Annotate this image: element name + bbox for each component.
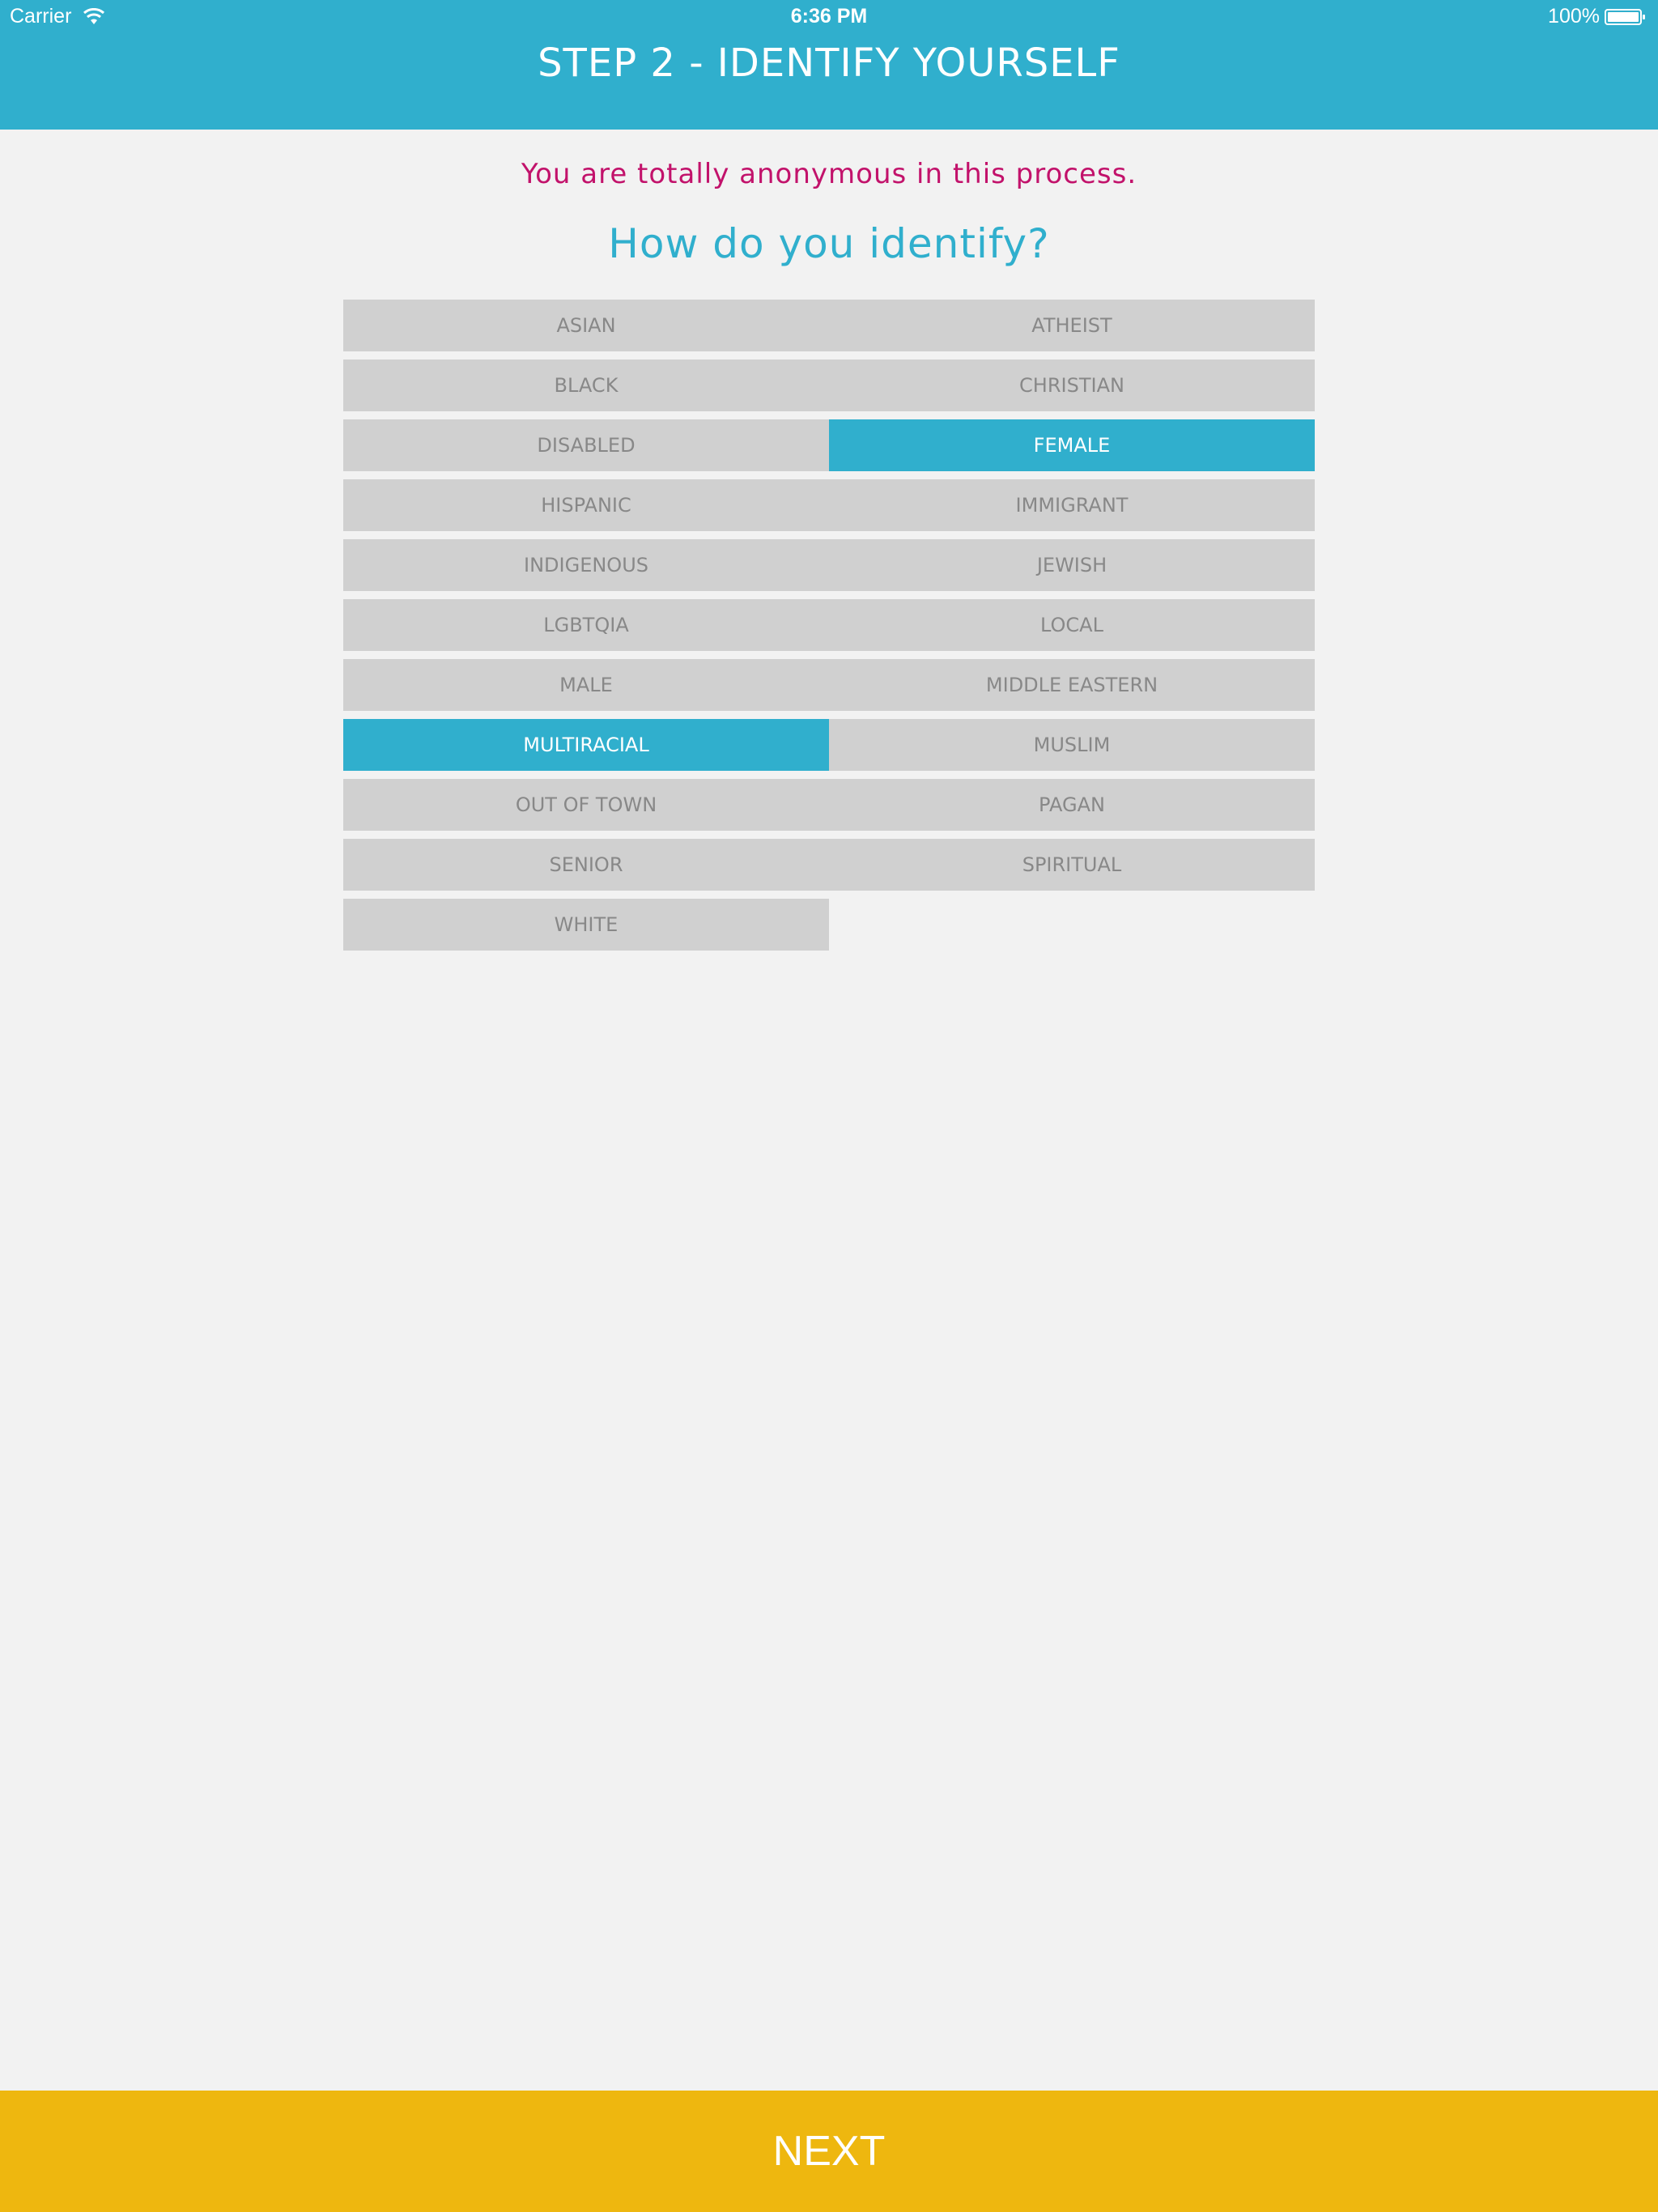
- identity-option-asian[interactable]: ASIAN: [343, 300, 829, 351]
- identity-option-indigenous[interactable]: INDIGENOUS: [343, 539, 829, 591]
- battery-percent: 100%: [1548, 5, 1600, 28]
- identity-option-spiritual[interactable]: SPIRITUAL: [829, 839, 1315, 891]
- identity-option-black[interactable]: BLACK: [343, 359, 829, 411]
- identity-option-lgbtqia[interactable]: LGBTQIA: [343, 599, 829, 651]
- identity-option-atheist[interactable]: ATHEIST: [829, 300, 1315, 351]
- identify-question: How do you identify?: [608, 220, 1050, 267]
- identity-option-immigrant[interactable]: IMMIGRANT: [829, 479, 1315, 531]
- next-button[interactable]: NEXT: [0, 2091, 1658, 2212]
- identity-option-christian[interactable]: CHRISTIAN: [829, 359, 1315, 411]
- identity-option-middle-eastern[interactable]: MIDDLE EASTERN: [829, 659, 1315, 711]
- identity-option-out-of-town[interactable]: OUT OF TOWN: [343, 779, 829, 831]
- identity-option-white[interactable]: WHITE: [343, 899, 829, 951]
- status-time: 6:36 PM: [790, 5, 868, 28]
- battery-icon: [1605, 7, 1647, 27]
- identity-option-hispanic[interactable]: HISPANIC: [343, 479, 829, 531]
- identity-options-grid: ASIAN ATHEIST BLACK CHRISTIAN DISABLED FEMALE…: [343, 300, 1315, 951]
- header-bar: Carrier 6:36 PM 100% STEP 2 - IDENTIFY Y: [0, 0, 1658, 130]
- identity-option-male[interactable]: MALE: [343, 659, 829, 711]
- identity-option-senior[interactable]: SENIOR: [343, 839, 829, 891]
- anonymity-notice: You are totally anonymous in this proces…: [521, 158, 1137, 190]
- identity-option-jewish[interactable]: JEWISH: [829, 539, 1315, 591]
- identity-option-pagan[interactable]: PAGAN: [829, 779, 1315, 831]
- identity-option-female[interactable]: FEMALE: [829, 419, 1315, 471]
- status-bar: Carrier 6:36 PM 100%: [0, 0, 1658, 32]
- status-right: 100%: [1548, 5, 1647, 28]
- identity-option-multiracial[interactable]: MULTIRACIAL: [343, 719, 829, 771]
- identity-option-muslim[interactable]: MUSLIM: [829, 719, 1315, 771]
- page-title: STEP 2 - IDENTIFY YOURSELF: [538, 40, 1120, 86]
- identity-option-local[interactable]: LOCAL: [829, 599, 1315, 651]
- identity-option-disabled[interactable]: DISABLED: [343, 419, 829, 471]
